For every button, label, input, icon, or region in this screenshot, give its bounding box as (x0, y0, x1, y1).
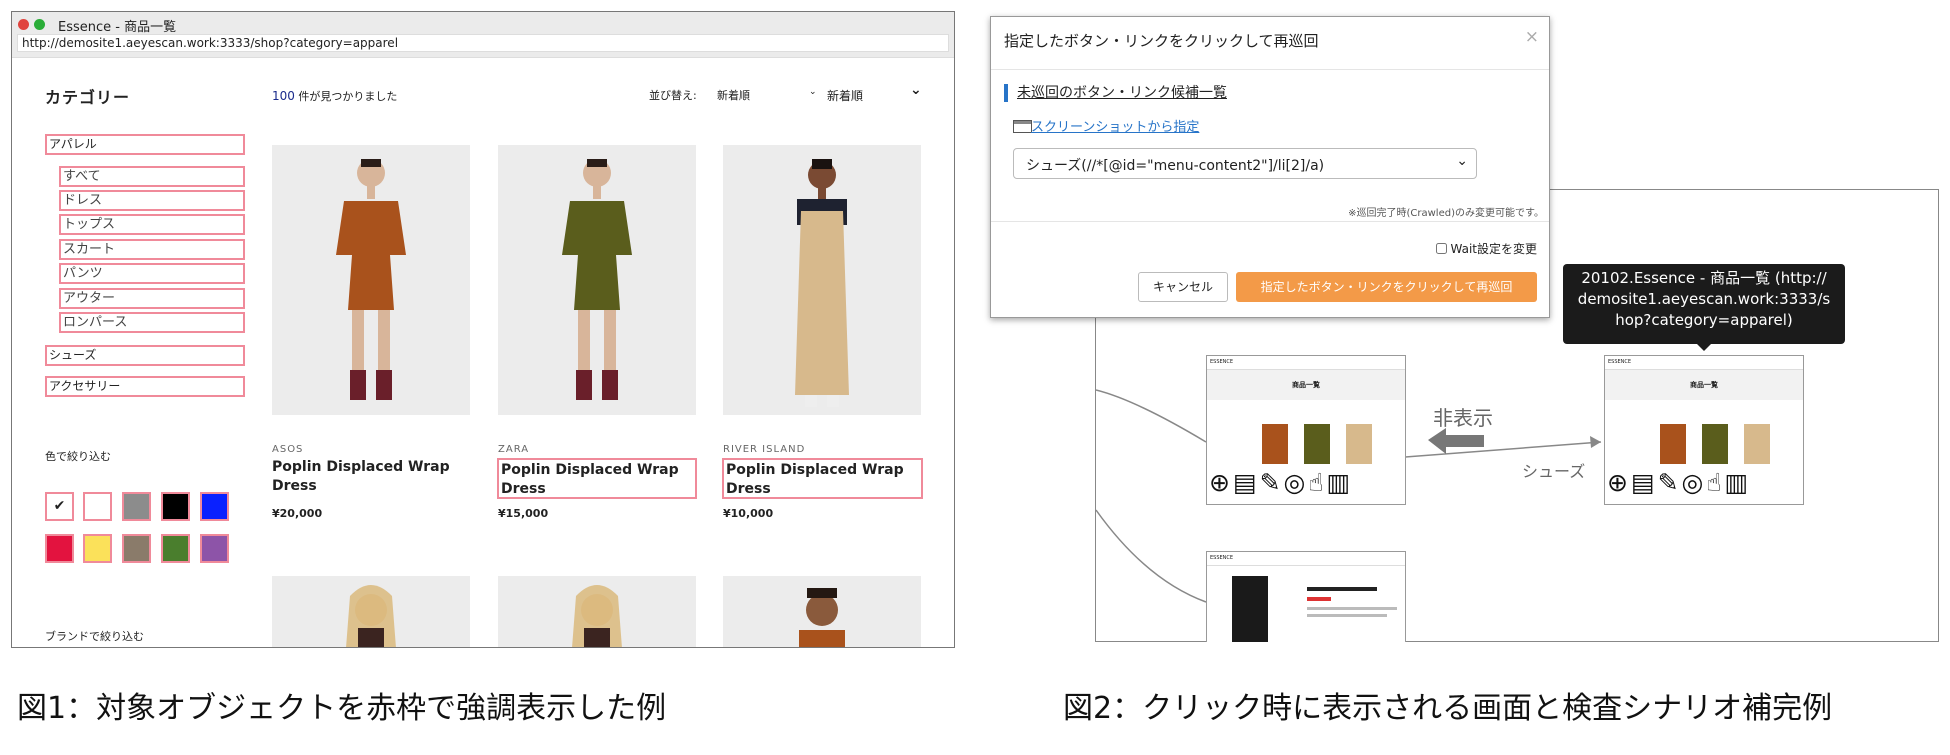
swatch-purple[interactable] (200, 534, 229, 563)
tooltip-arrow (1696, 343, 1712, 351)
product-name-3[interactable]: Poplin Displaced Wrap Dress (722, 458, 923, 499)
chevron-down-icon-2: ⌄ (910, 82, 922, 98)
shoes-edge-label: シューズ (1522, 462, 1586, 481)
thumbnail-action-icons-2[interactable]: ⊕▤✎◎☝▥ (1607, 468, 1751, 497)
tooltip-line: hop?category=apparel) (1615, 311, 1793, 329)
product-name-2[interactable]: Poplin Displaced Wrap Dress (497, 458, 697, 499)
category-apparel[interactable]: アパレル (45, 134, 245, 155)
model-figure-3 (795, 159, 849, 407)
category-dress[interactable]: ドレス (59, 190, 245, 211)
page-thumbnail-1[interactable]: ESSENCE 商品一覧 ⊕▤✎◎☝▥ (1206, 355, 1406, 505)
color-filter-label: 色で絞り込む (45, 450, 111, 463)
result-count-text: 件が見つかりました (298, 90, 398, 103)
page-tooltip: 20102.Essence - 商品一覧 (http:// demosite1.… (1563, 264, 1845, 351)
screenshot-icon (1013, 120, 1032, 133)
wait-setting-option[interactable]: Wait設定を変更 (1435, 240, 1538, 257)
category-shoes[interactable]: シューズ (45, 345, 245, 366)
product-image-3[interactable] (723, 145, 921, 415)
tooltip-line: 20102.Essence - 商品一覧 (http:// (1581, 269, 1827, 287)
swatch-red[interactable] (45, 534, 74, 563)
product-brand-2: ZARA (498, 444, 530, 455)
close-icon[interactable]: × (1525, 27, 1539, 47)
product-brand-1: ASOS (272, 444, 304, 455)
page-thumbnail-3[interactable]: ESSENCE (1206, 551, 1406, 642)
hidden-label: 非表示 (1433, 406, 1493, 430)
wait-checkbox[interactable] (1435, 243, 1447, 254)
candidate-select[interactable]: シューズ(//*[@id="menu-content2"]/li[2]/a) ⌄ (1013, 148, 1477, 179)
result-count: 100 件が見つかりました (272, 88, 397, 104)
crawled-note: ※巡回完了時(Crawled)のみ変更可能です。 (1348, 208, 1544, 219)
category-accessories[interactable]: アクセサリー (45, 376, 245, 397)
product-name-1[interactable]: Poplin Displaced Wrap Dress (272, 458, 452, 496)
product-price-2: ¥15,000 (498, 507, 549, 520)
product-image-4[interactable] (272, 576, 470, 647)
zoom-window-icon[interactable] (34, 19, 45, 30)
product-image-2[interactable] (498, 145, 696, 415)
wait-label: Wait設定を変更 (1450, 242, 1538, 256)
screenshot-select-link[interactable]: スクリーンショットから指定 (1031, 116, 1199, 135)
recrawl-submit-button[interactable]: 指定したボタン・リンクをクリックして再巡回 (1236, 272, 1537, 302)
sort-label: 並び替え: (649, 89, 697, 102)
result-count-number: 100 (272, 89, 295, 103)
divider (991, 69, 1549, 70)
sort-select[interactable]: 新着順 (717, 87, 750, 103)
swatch-black[interactable] (161, 492, 190, 521)
checkmark-icon: ✔ (53, 498, 66, 514)
recrawl-modal: 指定したボタン・リンクをクリックして再巡回 × 未巡回のボタン・リンク候補一覧 … (990, 16, 1550, 318)
modal-title: 指定したボタン・リンクをクリックして再巡回 (1004, 32, 1319, 50)
category-pants[interactable]: パンツ (59, 263, 245, 284)
product-brand-3: RIVER ISLAND (723, 444, 806, 455)
thumbnail-action-icons[interactable]: ⊕▤✎◎☝▥ (1209, 468, 1353, 497)
figure-1-caption: 図1：対象オブジェクトを赤枠で強調表示した例 (17, 691, 667, 726)
page-thumbnail-2[interactable]: ESSENCE 商品一覧 ⊕▤✎◎☝▥ (1604, 355, 1804, 505)
swatch-gray[interactable] (122, 492, 151, 521)
figure-2-caption: 図2：クリック時に表示される画面と検査シナリオ補完例 (1063, 691, 1833, 726)
swatch-green[interactable] (161, 534, 190, 563)
browser-titlebar: Essence - 商品一覧 http://demosite1.aeyescan… (12, 12, 954, 58)
chevron-down-icon: ⌄ (809, 87, 817, 97)
product-image-6[interactable] (723, 576, 921, 647)
swatch-taupe[interactable] (122, 534, 151, 563)
brand-filter-label: ブランドで絞り込む (45, 630, 144, 643)
product-price-1: ¥20,000 (272, 507, 323, 520)
candidate-list-heading: 未巡回のボタン・リンク候補一覧 (1004, 84, 1227, 102)
swatch-blue[interactable] (200, 492, 229, 521)
model-figure-1 (336, 159, 406, 400)
cancel-button[interactable]: キャンセル (1138, 272, 1228, 302)
figure-1-screenshot: Essence - 商品一覧 http://demosite1.aeyescan… (11, 11, 955, 648)
swatch-yellow[interactable] (83, 534, 112, 563)
address-bar[interactable]: http://demosite1.aeyescan.work:3333/shop… (17, 34, 949, 52)
category-outer[interactable]: アウター (59, 288, 245, 309)
sort-select-2[interactable]: 新着順 (827, 87, 863, 104)
window-title: Essence - 商品一覧 (58, 20, 177, 35)
product-image-5[interactable] (498, 576, 696, 647)
category-tops[interactable]: トップス (59, 214, 245, 235)
model-figure-2 (562, 159, 632, 400)
product-price-3: ¥10,000 (723, 507, 774, 520)
chevron-down-icon-select: ⌄ (1456, 153, 1468, 169)
candidate-select-value: シューズ(//*[@id="menu-content2"]/li[2]/a) (1026, 158, 1325, 174)
divider-2 (991, 221, 1549, 222)
swatch-white-selected[interactable]: ✔ (45, 492, 74, 521)
close-window-icon[interactable] (18, 19, 29, 30)
tooltip-line: demosite1.aeyescan.work:3333/s (1577, 290, 1831, 308)
swatch-white[interactable] (83, 492, 112, 521)
category-rompers[interactable]: ロンパース (59, 312, 245, 333)
category-all[interactable]: すべて (59, 166, 245, 187)
category-heading: カテゴリー (45, 88, 131, 107)
product-image-1[interactable] (272, 145, 470, 415)
category-skirt[interactable]: スカート (59, 239, 245, 260)
